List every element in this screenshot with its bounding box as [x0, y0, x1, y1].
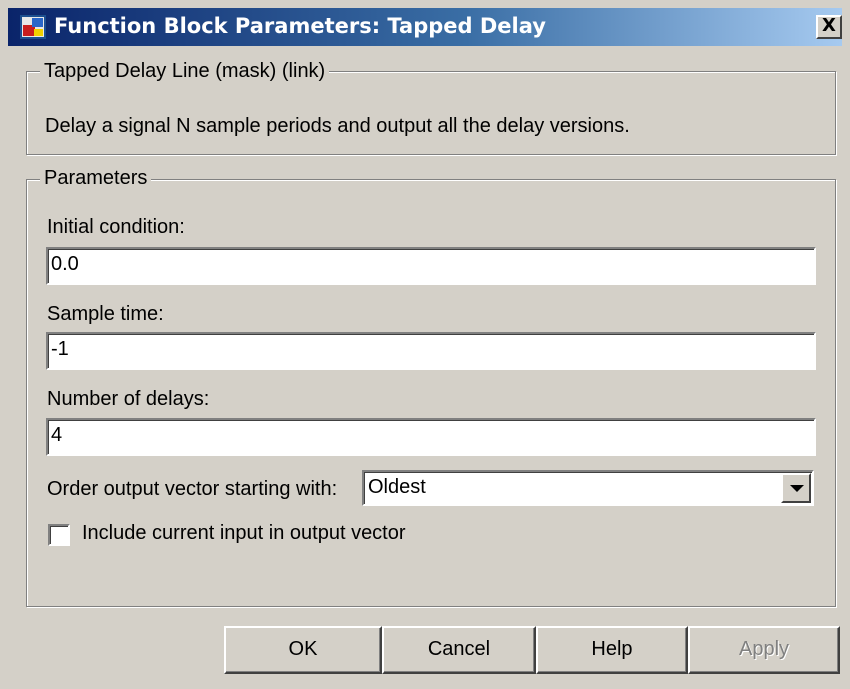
include-current-input-label[interactable]: Include current input in output vector — [82, 522, 406, 545]
title-bar[interactable]: Function Block Parameters: Tapped Delay … — [8, 8, 842, 46]
number-of-delays-label: Number of delays: — [47, 388, 210, 410]
number-of-delays-input[interactable]: 4 — [46, 418, 816, 456]
help-button[interactable]: Help — [536, 626, 688, 674]
simulink-block-icon — [20, 15, 46, 39]
order-output-label: Order output vector starting with: — [47, 478, 338, 500]
order-output-selected-value: Oldest — [368, 476, 426, 498]
sample-time-input[interactable]: -1 — [46, 332, 816, 370]
window-title: Function Block Parameters: Tapped Delay — [54, 14, 546, 38]
include-current-input-checkbox[interactable] — [48, 524, 70, 546]
ok-button[interactable]: OK — [224, 626, 382, 674]
dropdown-arrow-icon[interactable] — [781, 473, 811, 503]
description-group-title: Tapped Delay Line (mask) (link) — [40, 60, 330, 83]
dialog-window: Function Block Parameters: Tapped Delay … — [0, 0, 850, 689]
description-groupbox — [26, 71, 836, 155]
close-button[interactable]: X — [816, 15, 842, 39]
sample-time-label: Sample time: — [47, 303, 164, 325]
apply-button[interactable]: Apply — [688, 626, 840, 674]
description-text: Delay a signal N sample periods and outp… — [45, 115, 630, 137]
parameters-group-title: Parameters — [40, 167, 152, 190]
cancel-button[interactable]: Cancel — [382, 626, 536, 674]
order-output-select[interactable]: Oldest — [362, 470, 814, 506]
initial-condition-input[interactable]: 0.0 — [46, 247, 816, 285]
initial-condition-label: Initial condition: — [47, 216, 185, 238]
